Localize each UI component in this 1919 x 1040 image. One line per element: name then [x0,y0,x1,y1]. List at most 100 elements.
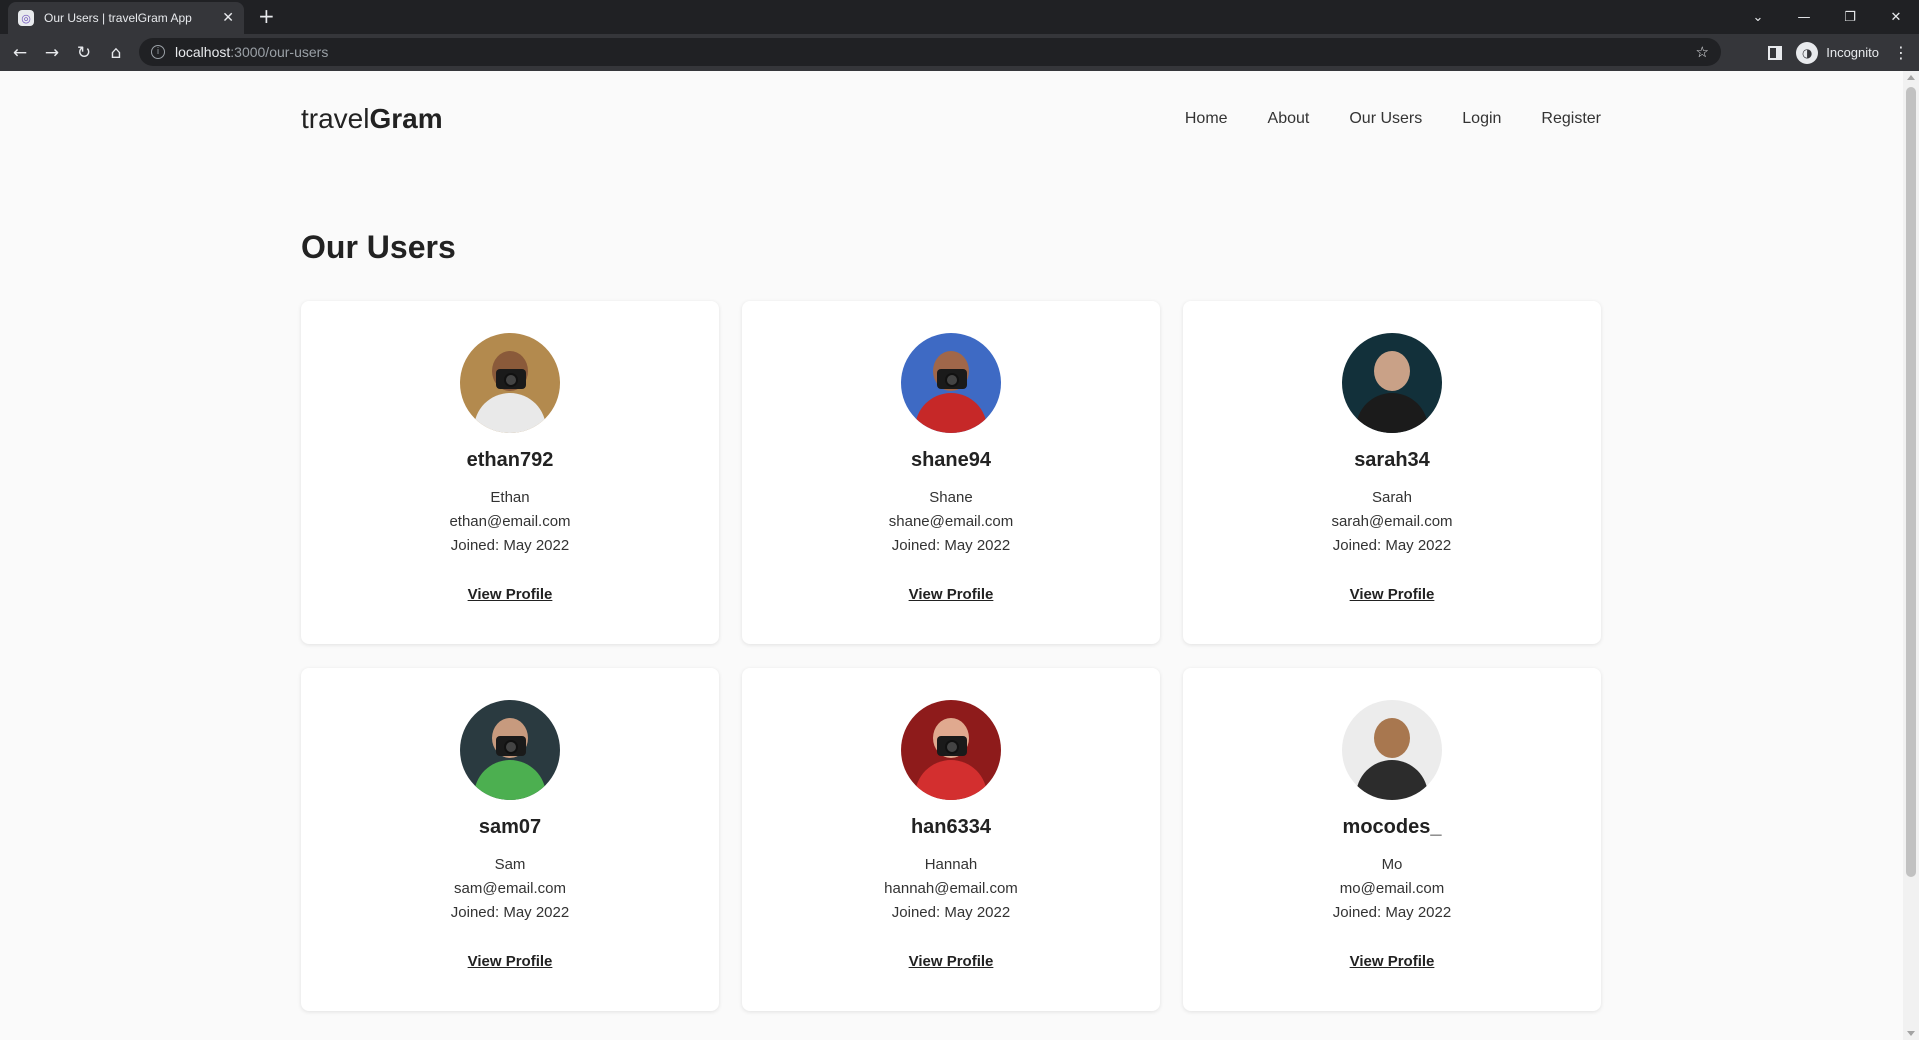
nav-home[interactable]: Home [1185,110,1228,128]
user-info: Ethan ethan@email.com Joined: May 2022 [449,486,570,558]
user-info: Sam sam@email.com Joined: May 2022 [451,853,569,925]
user-info: Mo mo@email.com Joined: May 2022 [1333,853,1451,925]
avatar [901,333,1001,433]
avatar [1342,700,1442,800]
browser-tab-strip: ◎ Our Users | travelGram App ✕ + ⌄ — ❐ ✕ [0,0,1919,34]
avatar-body [915,393,987,433]
user-joined: Joined: May 2022 [450,537,570,554]
user-card: sarah34 Sarah sarah@email.com Joined: Ma… [1183,301,1601,644]
nav-register[interactable]: Register [1541,110,1601,128]
avatar [460,333,560,433]
restore-icon[interactable]: ❐ [1827,10,1873,25]
user-joined: Joined: May 2022 [450,904,570,921]
user-email: mo@email.com [1339,880,1445,897]
user-joined: Joined: May 2022 [891,904,1011,921]
user-username: han6334 [910,816,992,838]
page-title: Our Users [301,229,456,265]
site-logo[interactable]: travelGram [301,103,443,135]
avatar-body [915,760,987,800]
minimize-icon[interactable]: — [1781,10,1827,25]
user-card: ethan792 Ethan ethan@email.com Joined: M… [301,301,719,644]
incognito-indicator[interactable]: ◑ Incognito [1796,41,1879,64]
camera-lens-icon [504,740,518,754]
user-email: ethan@email.com [449,513,571,530]
view-profile-link[interactable]: View Profile [468,586,553,603]
user-username: mocodes_ [1342,816,1442,838]
browser-tab-active[interactable]: ◎ Our Users | travelGram App ✕ [8,2,244,34]
toolbar-right: ◑ Incognito ⋮ [1768,34,1909,71]
user-email: sarah@email.com [1331,513,1453,530]
browser-menu-icon[interactable]: ⋮ [1893,43,1909,62]
user-username: sam07 [478,816,542,838]
view-profile-link[interactable]: View Profile [909,586,994,603]
avatar [901,700,1001,800]
user-joined: Joined: May 2022 [1332,537,1452,554]
users-grid: ethan792 Ethan ethan@email.com Joined: M… [301,301,1601,1011]
user-joined: Joined: May 2022 [1332,904,1452,921]
view-profile-link[interactable]: View Profile [1350,586,1435,603]
user-card: mocodes_ Mo mo@email.com Joined: May 202… [1183,668,1601,1011]
user-card: shane94 Shane shane@email.com Joined: Ma… [742,301,1160,644]
reload-icon[interactable]: ↻ [68,43,100,63]
back-icon[interactable]: ← [4,43,36,63]
user-username: ethan792 [466,449,554,471]
scroll-up-arrow-icon[interactable] [1907,75,1915,80]
view-profile-link[interactable]: View Profile [1350,953,1435,970]
user-name: Shane [929,489,973,506]
page-viewport: travelGram Home About Our Users Login Re… [0,71,1903,1040]
user-email: hannah@email.com [884,880,1018,897]
avatar-body [1356,393,1428,433]
user-name: Ethan [490,489,530,506]
home-icon[interactable]: ⌂ [100,43,132,63]
camera-lens-icon [945,740,959,754]
user-name: Sarah [1371,489,1412,506]
bookmark-star-icon[interactable]: ☆ [1696,43,1709,61]
new-tab-icon[interactable]: + [258,6,275,26]
user-username: sarah34 [1354,449,1430,471]
main-nav: Home About Our Users Login Register [1185,110,1601,128]
user-card: han6334 Hannah hannah@email.com Joined: … [742,668,1160,1011]
view-profile-link[interactable]: View Profile [468,953,553,970]
address-bar[interactable]: i localhost:3000/our-users ☆ [139,38,1721,66]
nav-login[interactable]: Login [1462,110,1501,128]
view-profile-link[interactable]: View Profile [909,953,994,970]
tab-close-icon[interactable]: ✕ [222,10,234,26]
site-favicon-icon: ◎ [18,10,34,26]
avatar-head [1374,351,1410,391]
user-info: Sarah sarah@email.com Joined: May 2022 [1331,486,1452,558]
user-card: sam07 Sam sam@email.com Joined: May 2022… [301,668,719,1011]
incognito-icon: ◑ [1796,41,1819,64]
nav-about[interactable]: About [1268,110,1310,128]
avatar [460,700,560,800]
tab-search-icon[interactable]: ⌄ [1735,10,1781,25]
site-info-icon[interactable]: i [151,45,165,59]
tab-title: Our Users | travelGram App [44,11,192,25]
user-email: shane@email.com [888,513,1014,530]
logo-light-part: travel [301,103,370,134]
avatar [1342,333,1442,433]
site-header: travelGram Home About Our Users Login Re… [301,99,1601,139]
url-path: :3000/our-users [230,44,329,60]
scroll-down-arrow-icon[interactable] [1907,1031,1915,1036]
url-host: localhost [175,44,231,60]
user-name: Mo [1381,856,1403,873]
forward-icon[interactable]: → [36,43,68,63]
user-name: Hannah [924,856,978,873]
page-scrollbar[interactable] [1903,71,1919,1040]
avatar-head [1374,718,1410,758]
user-info: Shane shane@email.com Joined: May 2022 [889,486,1013,558]
scroll-thumb[interactable] [1906,87,1916,877]
avatar-body [1356,760,1428,800]
user-info: Hannah hannah@email.com Joined: May 2022 [884,853,1018,925]
window-close-icon[interactable]: ✕ [1873,10,1919,25]
browser-toolbar: ← → ↻ ⌂ i localhost:3000/our-users ☆ ◑ I… [0,34,1919,71]
camera-lens-icon [945,373,959,387]
user-email: sam@email.com [454,880,566,897]
logo-bold-part: Gram [369,103,443,134]
avatar-body [474,760,546,800]
side-panel-icon[interactable] [1768,45,1783,60]
user-username: shane94 [910,449,992,471]
nav-our-users[interactable]: Our Users [1349,110,1422,128]
incognito-label: Incognito [1826,45,1879,60]
avatar-body [474,393,546,433]
